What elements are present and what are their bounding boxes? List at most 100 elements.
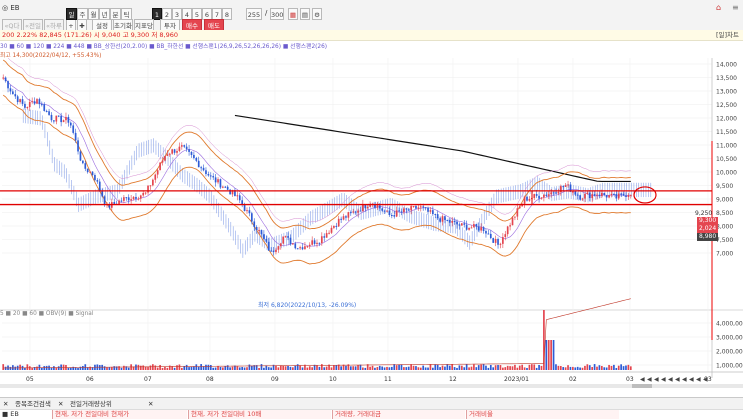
volume-bar — [108, 367, 111, 370]
bars-icon[interactable]: ▤ — [300, 8, 310, 20]
period-button[interactable]: 일 — [66, 8, 77, 20]
volume-bar — [214, 367, 217, 370]
candle-body — [395, 210, 398, 217]
candle-body — [381, 208, 384, 211]
candle-body — [226, 186, 229, 190]
candle-body — [453, 221, 456, 223]
volume-bar — [615, 367, 618, 370]
candle-body — [439, 218, 441, 222]
volume-bar — [598, 365, 601, 370]
volume-bar — [98, 365, 101, 370]
gear-icon[interactable]: ⚙ — [312, 8, 322, 20]
candle-body — [67, 116, 70, 123]
candle-body — [313, 240, 316, 244]
volume-bar — [142, 365, 145, 370]
candle-body — [120, 200, 123, 202]
volume-bar — [229, 367, 231, 370]
candle-body — [156, 170, 159, 175]
tab-condition-search[interactable]: 종목조건검색 — [15, 399, 51, 409]
volume-bar — [178, 364, 181, 370]
candle-body — [318, 242, 321, 244]
period-button[interactable]: 주 — [77, 8, 88, 20]
volume-bar — [19, 364, 21, 370]
candle-body — [480, 227, 482, 231]
volume-bar — [26, 364, 29, 370]
candle-body — [456, 221, 458, 225]
volume-bar — [564, 367, 567, 370]
close-icon[interactable]: ✕ — [148, 399, 153, 409]
candle-body — [96, 180, 99, 182]
price-chart[interactable]: 14,000 13,500 13,000 12,500 12,000 11,500 11,0… — [0, 58, 743, 388]
y-axis-label: 8,000 — [716, 224, 733, 231]
volume-bar — [137, 364, 140, 370]
stock-name[interactable]: ◎ EB — [2, 4, 20, 12]
close-icon[interactable]: ✕ — [3, 399, 8, 409]
volume-bar — [301, 367, 304, 370]
volume-bar — [308, 366, 311, 370]
volume-bar — [212, 367, 215, 370]
volume-bar — [412, 365, 415, 370]
menu-icon[interactable]: ≡ — [732, 3, 739, 12]
candle-body — [477, 226, 480, 231]
volume-bar — [289, 366, 292, 370]
volume-legend: 5 ■ 20 ■ 60 ■ OBV(9) ■ Signal — [0, 311, 94, 317]
candle-body — [516, 208, 519, 217]
candle-body — [222, 186, 224, 188]
volume-bar — [205, 364, 207, 370]
candle-body — [127, 197, 130, 201]
stepper-input[interactable]: 255 — [246, 8, 262, 20]
volume-bar — [497, 365, 499, 370]
candle-body — [468, 227, 470, 230]
volume-bar — [340, 366, 342, 370]
scroll-arrow-icon: ◀ — [647, 376, 652, 383]
candle-body — [359, 210, 362, 212]
candle-body — [393, 215, 396, 217]
volume-bar — [518, 365, 521, 370]
candle-body — [154, 174, 157, 180]
volume-bar — [410, 364, 412, 370]
candle-body — [470, 227, 473, 229]
candle-body — [588, 192, 591, 199]
tab-volume-rank[interactable]: 전일거래량상위 — [70, 399, 112, 409]
candle-body — [238, 195, 241, 201]
candle-body — [86, 168, 89, 173]
volume-bar — [250, 365, 253, 370]
volume-bar — [193, 366, 195, 370]
candle-body — [448, 220, 451, 223]
volume-bar — [629, 366, 632, 370]
candle-body — [415, 206, 417, 209]
chart-grid — [0, 58, 743, 372]
volume-bar — [434, 364, 437, 370]
candle-body — [465, 224, 468, 230]
candle-body — [398, 210, 400, 212]
candle-body — [605, 195, 608, 198]
candle-body — [243, 204, 246, 212]
candle-body — [159, 162, 161, 171]
volume-bar — [248, 364, 251, 370]
volume-bar — [12, 365, 14, 370]
volume-bar — [627, 364, 630, 370]
price-box-vol: 2,024 — [697, 225, 719, 233]
grid-icon[interactable]: ▦ — [288, 8, 298, 20]
volume-bar — [91, 367, 94, 370]
x-axis-label: 06 — [86, 376, 94, 383]
volume-bar — [14, 366, 17, 370]
pin-icon[interactable]: ⌂ — [716, 3, 721, 12]
chart-period-label[interactable]: [일]차트 — [716, 30, 739, 40]
volume-bar — [349, 366, 352, 370]
volume-bar — [180, 367, 183, 370]
candle-body — [386, 210, 388, 212]
volume-bar — [364, 367, 367, 370]
volume-bar — [28, 366, 31, 370]
volume-bar — [506, 365, 509, 370]
volume-bar — [53, 366, 55, 370]
candle-body — [282, 236, 285, 244]
volume-bar — [555, 364, 557, 370]
total-count[interactable]: 300 — [270, 8, 284, 20]
candle-body — [617, 193, 620, 199]
volume-bar — [492, 367, 495, 370]
close-icon[interactable]: ✕ — [58, 399, 63, 409]
volume-bar — [480, 364, 482, 370]
candle-body — [576, 194, 579, 196]
y-axis-label: 10,000 — [716, 170, 737, 177]
